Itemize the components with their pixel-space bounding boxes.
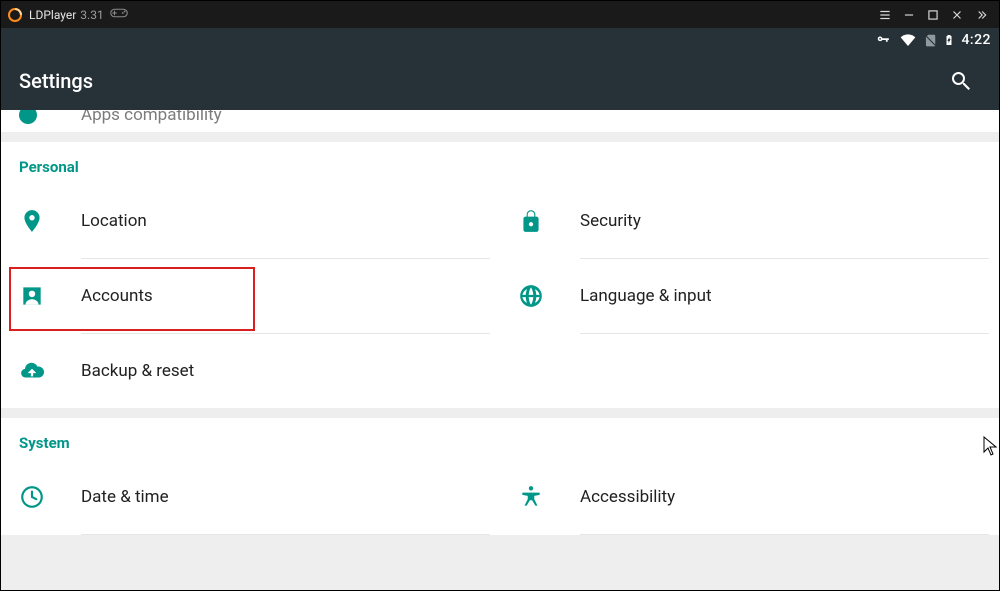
settings-item-datetime[interactable]: Date & time — [1, 460, 500, 534]
account-icon — [19, 283, 81, 309]
settings-item-label: Accessibility — [580, 487, 675, 507]
minimize-button[interactable] — [897, 3, 921, 27]
settings-item-location[interactable]: Location — [1, 184, 500, 258]
emulator-app-version: 3.31 — [80, 8, 103, 22]
section-header-system: System — [1, 418, 999, 460]
hamburger-menu-icon[interactable] — [873, 3, 897, 27]
mouse-cursor-icon — [983, 436, 997, 460]
settings-content[interactable]: Apps compatibility Personal Location — [1, 110, 999, 590]
status-bar-clock: 4:22 — [961, 32, 991, 48]
page-title: Settings — [19, 69, 93, 93]
settings-item-label: Apps compatibility — [81, 110, 222, 125]
settings-item-accounts[interactable]: Accounts — [1, 259, 500, 333]
settings-item-security[interactable]: Security — [500, 184, 999, 258]
settings-item-apps-compatibility[interactable]: Apps compatibility — [1, 110, 999, 132]
search-button[interactable] — [941, 61, 981, 101]
expand-button[interactable] — [969, 3, 993, 27]
lock-icon — [518, 208, 580, 234]
settings-item-language[interactable]: Language & input — [500, 259, 999, 333]
maximize-button[interactable] — [921, 3, 945, 27]
settings-item-backup[interactable]: Backup & reset — [1, 334, 500, 408]
clock-icon — [19, 484, 81, 510]
settings-item-label: Language & input — [580, 286, 712, 306]
ldplayer-logo-icon — [7, 7, 23, 23]
settings-app-bar: Settings — [1, 52, 999, 110]
settings-item-label: Location — [81, 211, 147, 231]
emulator-app-name: LDPlayer — [29, 8, 76, 22]
location-icon — [19, 208, 81, 234]
cloud-upload-icon — [19, 358, 81, 384]
settings-item-label: Date & time — [81, 487, 169, 507]
android-status-bar: 4:22 — [1, 28, 999, 52]
settings-item-label: Backup & reset — [81, 361, 194, 381]
vpn-key-icon — [873, 33, 893, 47]
section-header-personal: Personal — [1, 142, 999, 184]
close-button[interactable] — [945, 3, 969, 27]
settings-item-label: Security — [580, 211, 641, 231]
no-sim-icon — [923, 31, 937, 49]
gamepad-icon — [110, 7, 128, 22]
wifi-icon — [899, 32, 917, 48]
battery-charging-icon — [943, 31, 955, 49]
settings-item-label: Accounts — [81, 286, 153, 306]
emulator-title-bar: LDPlayer 3.31 — [1, 1, 999, 28]
section-system: System Date & time — [1, 418, 999, 535]
accessibility-icon — [518, 484, 580, 510]
globe-icon — [518, 283, 580, 309]
apps-dot-icon — [19, 110, 37, 124]
settings-item-accessibility[interactable]: Accessibility — [500, 460, 999, 534]
section-personal: Personal Location — [1, 142, 999, 408]
